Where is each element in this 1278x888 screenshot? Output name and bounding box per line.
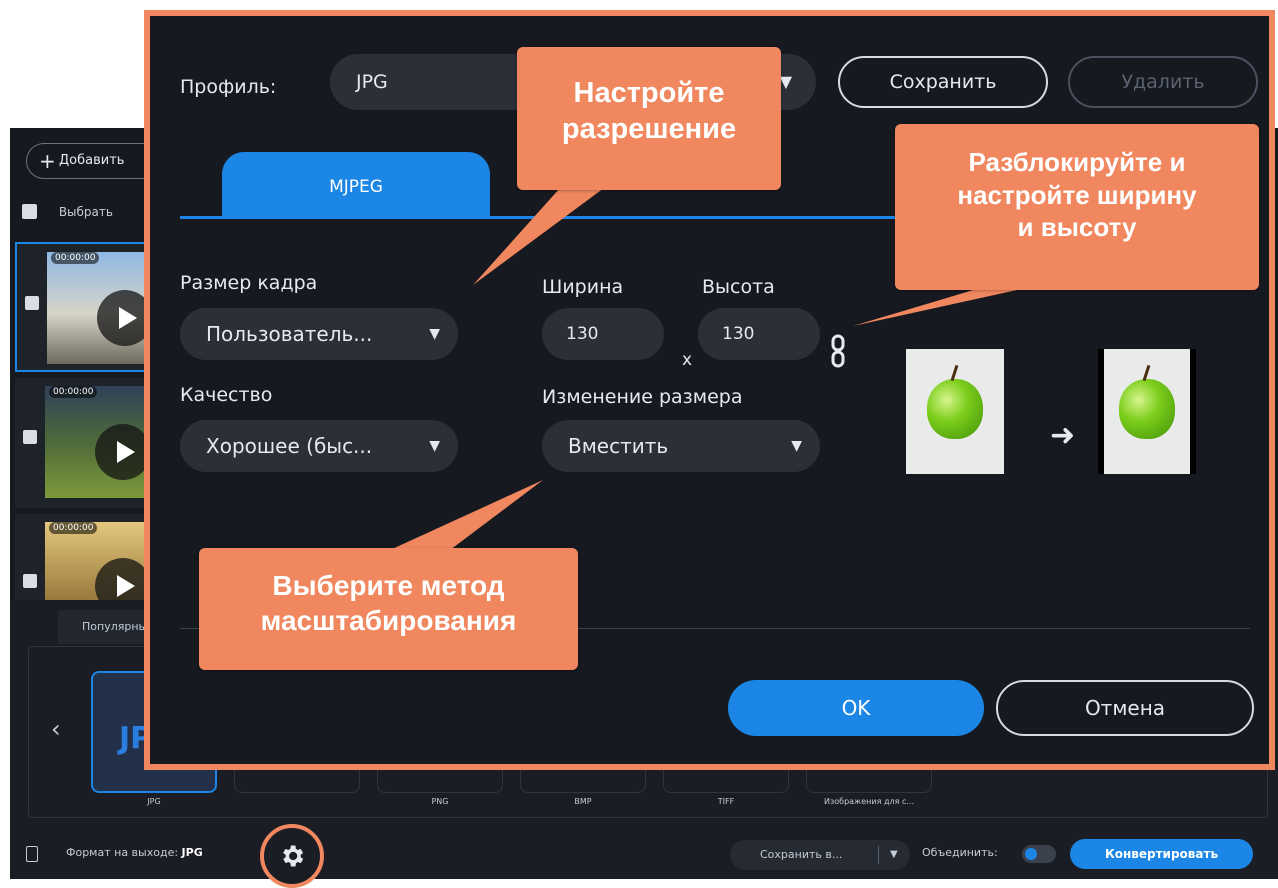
callout-tail-scaling xyxy=(390,480,543,550)
callout-line: Выберите метод xyxy=(272,570,505,601)
callout-tail-resolution xyxy=(473,188,604,285)
callout-line: настройте ширину xyxy=(957,179,1197,210)
callout-line: Настройте xyxy=(573,77,725,109)
callout-unlock: Разблокируйте и настройте ширину и высот… xyxy=(895,124,1259,290)
callout-tail-unlock xyxy=(853,285,1040,326)
callout-line: масштабирования xyxy=(260,605,517,636)
callout-line: и высоту xyxy=(1017,212,1137,242)
callout-line: разрешение xyxy=(561,113,737,146)
callout-line: Разблокируйте и xyxy=(968,147,1186,177)
callout-scaling: Выберите метод масштабирования xyxy=(199,548,578,670)
callout-resolution: Настройте разрешение xyxy=(517,47,781,190)
